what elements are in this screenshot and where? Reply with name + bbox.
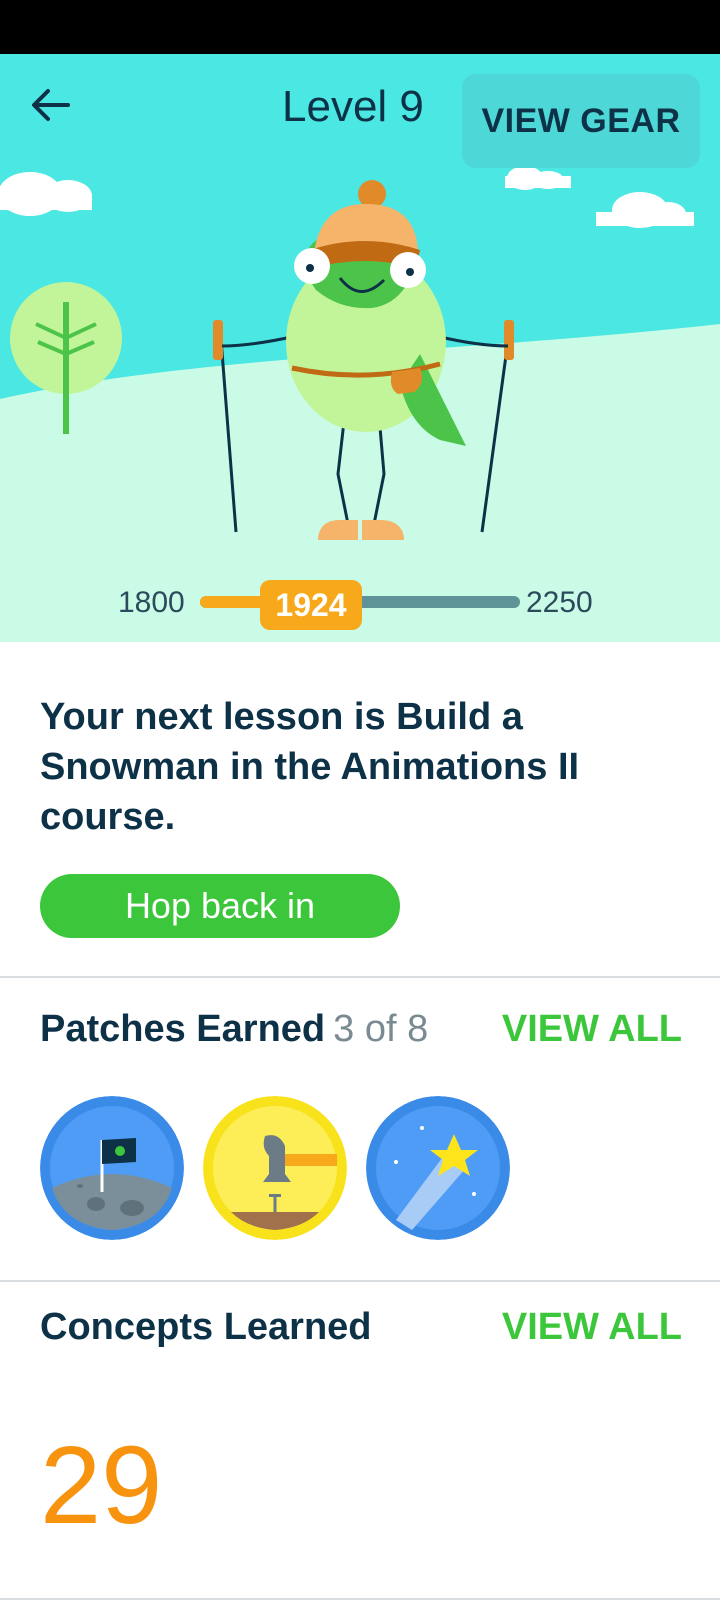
patches-view-all-link[interactable]: VIEW ALL — [502, 1008, 682, 1051]
hop-back-in-button[interactable]: Hop back in — [40, 874, 400, 938]
concepts-title: Concepts Learned — [40, 1306, 372, 1348]
shooting-star-patch-icon[interactable] — [366, 1096, 510, 1240]
patches-title: Patches Earned 3 of 8 — [40, 1008, 428, 1051]
status-bar — [0, 0, 720, 54]
arrow-left-icon — [32, 89, 70, 121]
back-button[interactable] — [22, 80, 78, 130]
level-title: Level 9 — [282, 82, 424, 131]
next-lesson-text: Your next lesson is Build a Snowman in t… — [40, 696, 580, 838]
view-gear-button[interactable]: VIEW GEAR — [462, 74, 700, 168]
concepts-section: Concepts Learned VIEW ALL 29 — [0, 1282, 720, 1600]
patches-count: 3 of 8 — [333, 1008, 429, 1050]
concepts-count: 29 — [40, 1424, 163, 1547]
moon-flag-patch-icon[interactable] — [40, 1096, 184, 1240]
cloud-icon — [596, 192, 694, 228]
concepts-view-all-link[interactable]: VIEW ALL — [502, 1306, 682, 1349]
patches-title-text: Patches Earned — [40, 1008, 326, 1050]
cloud-icon — [505, 166, 571, 190]
hammer-nail-patch-icon[interactable] — [203, 1096, 347, 1240]
cloud-icon — [0, 172, 92, 216]
patches-section: Patches Earned 3 of 8 VIEW ALL — [0, 978, 720, 1282]
progress-current-badge: 1924 — [260, 580, 362, 630]
progress-min-label: 1800 — [118, 586, 185, 619]
progress-max-label: 2250 — [526, 586, 593, 619]
next-lesson-section: Your next lesson is Build a Snowman in t… — [0, 642, 720, 978]
hero-banner: Level 9 VIEW GEAR 1800 1924 2250 — [0, 54, 720, 642]
